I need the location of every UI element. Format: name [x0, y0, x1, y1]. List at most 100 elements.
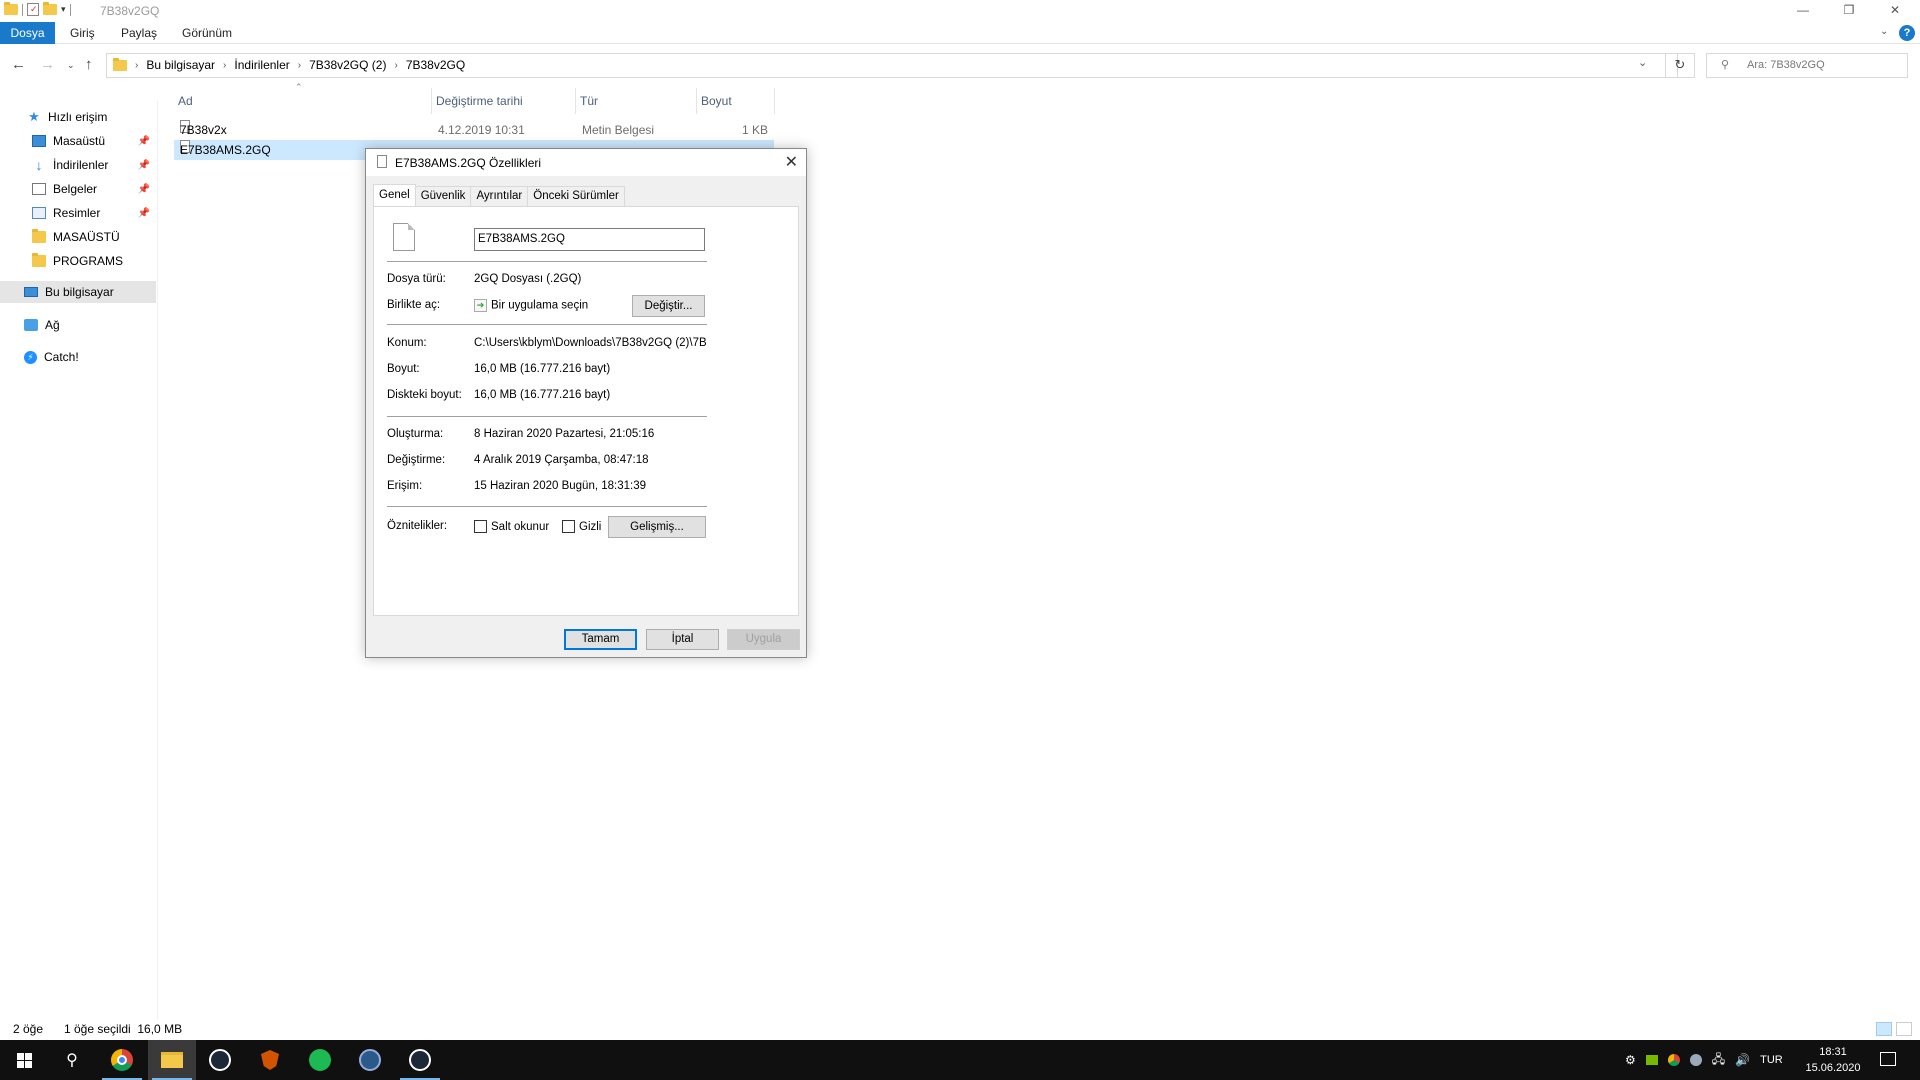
- chrome-icon[interactable]: [98, 1040, 146, 1080]
- new-folder-icon[interactable]: [43, 2, 57, 15]
- breadcrumb-item[interactable]: 7B38v2GQ: [406, 58, 465, 72]
- file-type-label: Dosya türü:: [387, 273, 446, 285]
- chevron-right-icon[interactable]: ›: [223, 60, 226, 71]
- ok-button[interactable]: Tamam: [564, 629, 637, 650]
- readonly-checkbox[interactable]: [474, 520, 487, 533]
- shield-app-icon[interactable]: [246, 1040, 294, 1080]
- column-header-name[interactable]: Ad: [174, 88, 431, 114]
- help-icon[interactable]: ?: [1899, 25, 1915, 41]
- steam-tray-icon[interactable]: [1689, 1054, 1702, 1066]
- folder-icon: [32, 253, 46, 267]
- ribbon-expand-icon[interactable]: ⌄: [1880, 26, 1888, 37]
- chevron-right-icon[interactable]: ›: [394, 60, 397, 71]
- network-drive-icon[interactable]: ⚙: [1625, 1053, 1636, 1067]
- star-icon: ★: [28, 109, 40, 124]
- file-icon: [393, 223, 415, 251]
- tab-details[interactable]: Ayrıntılar: [470, 186, 529, 206]
- location-value: C:\Users\kblym\Downloads\7B38v2GQ (2)\7B…: [474, 337, 707, 349]
- tab-general[interactable]: Genel: [373, 184, 416, 206]
- nav-label: Resimler: [53, 206, 101, 220]
- clock-time: 18:31: [1819, 1046, 1847, 1058]
- properties-icon[interactable]: ✓: [27, 3, 39, 16]
- folder-icon: [32, 229, 46, 243]
- hidden-label[interactable]: Gizli: [579, 521, 601, 533]
- nav-label: İndirilenler: [53, 158, 109, 172]
- nav-item-catch[interactable]: ⚡ Catch!: [0, 346, 156, 368]
- chevron-right-icon[interactable]: ›: [298, 60, 301, 71]
- advanced-button[interactable]: Gelişmiş...: [608, 516, 706, 538]
- tab-share[interactable]: Paylaş: [111, 22, 167, 44]
- properties-dialog: E7B38AMS.2GQ Özellikleri ✕ Genel Güvenli…: [365, 148, 807, 658]
- chevron-right-icon[interactable]: ›: [135, 60, 138, 71]
- apply-button[interactable]: Uygula: [727, 629, 800, 650]
- catch-icon: ⚡: [24, 350, 37, 364]
- restore-button[interactable]: ❐: [1826, 0, 1872, 22]
- details-view-icon[interactable]: [1876, 1022, 1892, 1036]
- search-icon[interactable]: ⚲: [48, 1040, 96, 1080]
- column-header-type[interactable]: Tür: [576, 88, 696, 114]
- breadcrumb-item[interactable]: Bu bilgisayar: [146, 58, 215, 72]
- recent-locations-icon[interactable]: ⌄: [67, 60, 75, 71]
- breadcrumb-item[interactable]: İndirilenler: [234, 58, 289, 72]
- cancel-button[interactable]: İptal: [646, 629, 719, 650]
- column-header-date[interactable]: Değiştirme tarihi: [432, 88, 575, 114]
- nav-item-masaustu-folder[interactable]: MASAÜSTÜ: [0, 226, 156, 248]
- dropdown-icon[interactable]: ▾: [61, 4, 66, 15]
- minimize-button[interactable]: —: [1780, 0, 1826, 22]
- file-row[interactable]: 7B38v2x 4.12.2019 10:31 Metin Belgesi 1 …: [174, 120, 774, 140]
- divider: [387, 324, 707, 325]
- nvidia-icon[interactable]: [1645, 1055, 1658, 1065]
- close-icon[interactable]: ✕: [785, 152, 798, 172]
- up-icon[interactable]: ↑: [85, 56, 93, 73]
- address-input[interactable]: › Bu bilgisayar › İndirilenler › 7B38v2G…: [106, 53, 1678, 78]
- start-icon[interactable]: [0, 1040, 48, 1080]
- address-dropdown-icon[interactable]: ⌄: [1638, 56, 1647, 69]
- volume-icon[interactable]: 🔊: [1735, 1053, 1750, 1067]
- change-button[interactable]: Değiştir...: [632, 295, 705, 317]
- address-bar-row: ← → ⌄ ↑ › Bu bilgisayar › İndirilenler ›…: [0, 50, 1920, 82]
- close-button[interactable]: ✕: [1872, 0, 1918, 22]
- nav-item-this-pc[interactable]: Bu bilgisayar: [0, 281, 156, 303]
- language-indicator[interactable]: TUR: [1760, 1054, 1783, 1066]
- nav-item-network[interactable]: Ağ: [0, 314, 156, 336]
- file-explorer-icon[interactable]: [148, 1040, 196, 1080]
- nav-item-pictures[interactable]: Resimler 📌: [0, 202, 156, 224]
- back-icon[interactable]: ←: [11, 56, 26, 73]
- accessed-label: Erişim:: [387, 480, 423, 492]
- readonly-label[interactable]: Salt okunur: [491, 521, 549, 533]
- column-divider[interactable]: [774, 88, 775, 114]
- search-input[interactable]: ⚲ Ara: 7B38v2GQ: [1706, 53, 1908, 78]
- modified-value: 4 Aralık 2019 Çarşamba, 08:47:18: [474, 454, 649, 466]
- tab-file[interactable]: Dosya: [0, 22, 55, 44]
- hidden-checkbox[interactable]: [562, 520, 575, 533]
- large-icons-view-icon[interactable]: [1896, 1022, 1912, 1036]
- tab-view[interactable]: Görünüm: [172, 22, 242, 44]
- breadcrumb-item[interactable]: 7B38v2GQ (2): [309, 58, 386, 72]
- steam-icon[interactable]: [196, 1040, 244, 1080]
- steam-icon[interactable]: [396, 1040, 444, 1080]
- nav-item-programs-folder[interactable]: PROGRAMS: [0, 250, 156, 272]
- nav-item-downloads[interactable]: ↓ İndirilenler 📌: [0, 154, 156, 176]
- network-icon[interactable]: 🖧: [1712, 1050, 1725, 1071]
- spotify-icon[interactable]: [296, 1040, 344, 1080]
- nav-quick-access[interactable]: ★ Hızlı erişim: [0, 106, 156, 128]
- nav-item-documents[interactable]: Belgeler 📌: [0, 178, 156, 200]
- tab-security[interactable]: Güvenlik: [414, 186, 472, 206]
- filename-input[interactable]: E7B38AMS.2GQ: [474, 228, 705, 251]
- tab-previous-versions[interactable]: Önceki Sürümler: [527, 186, 625, 206]
- refresh-button[interactable]: ↻: [1665, 53, 1695, 78]
- quick-access-toolbar: ✓ ▾: [4, 2, 71, 16]
- headset-app-icon[interactable]: [346, 1040, 394, 1080]
- notifications-icon[interactable]: [1880, 1052, 1896, 1066]
- chrome-tray-icon[interactable]: [1667, 1054, 1680, 1066]
- dialog-tabs: Genel Güvenlik Ayrıntılar Önceki Sürümle…: [373, 184, 625, 206]
- nav-label: Belgeler: [53, 182, 98, 196]
- tab-home[interactable]: Giriş: [60, 22, 105, 44]
- column-header-size[interactable]: Boyut: [697, 88, 774, 114]
- general-panel: E7B38AMS.2GQ Dosya türü: 2GQ Dosyası (.2…: [373, 206, 799, 616]
- nav-item-desktop[interactable]: Masaüstü 📌: [0, 130, 156, 152]
- divider: [387, 416, 707, 417]
- clock[interactable]: 18:31 15.06.2020: [1800, 1044, 1866, 1076]
- forward-icon[interactable]: →: [40, 56, 55, 73]
- divider: [69, 3, 71, 16]
